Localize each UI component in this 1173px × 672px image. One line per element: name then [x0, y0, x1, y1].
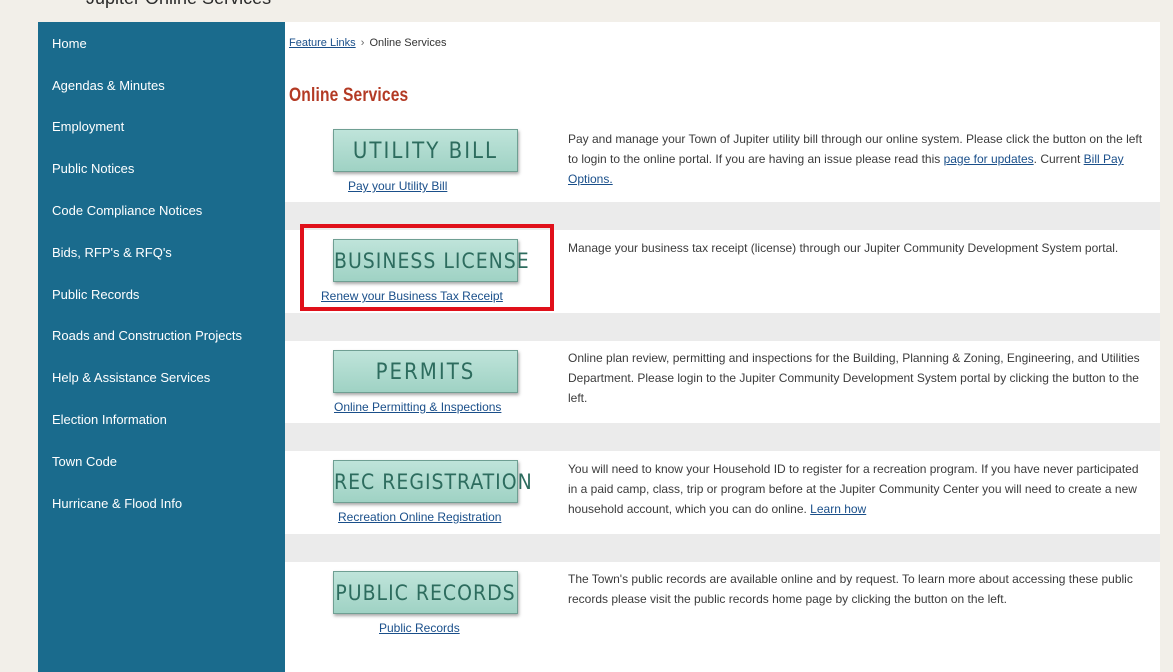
permits-description: Online plan review, permitting and inspe…: [568, 351, 1140, 405]
public-records-button[interactable]: PUBLIC RECORDS: [333, 571, 518, 614]
header-partial-text: Jupiter Online Services: [86, 0, 271, 9]
breadcrumb-current: Online Services: [369, 37, 447, 49]
sidebar-item-code-compliance[interactable]: Code Compliance Notices: [52, 203, 202, 218]
sidebar-item-public-records[interactable]: Public Records: [52, 287, 139, 302]
sidebar-nav: Home Agendas & Minutes Employment Public…: [38, 22, 285, 672]
rec-registration-description: You will need to know your Household ID …: [568, 459, 1144, 519]
row-divider: [285, 202, 1160, 230]
row-divider: [285, 313, 1160, 341]
rec-registration-button[interactable]: REC REGISTRATION: [333, 460, 532, 503]
page-title: Online Services: [289, 85, 409, 106]
utility-bill-button[interactable]: UTILITY BILL: [333, 129, 518, 172]
breadcrumb-link-feature-links[interactable]: Feature Links: [289, 37, 356, 49]
main-content: Feature Links › Online Services Online S…: [285, 22, 1160, 672]
utility-bill-desc-text-2: . Current: [1033, 152, 1084, 166]
business-license-button[interactable]: BUSINESS LICENSE: [333, 239, 529, 282]
sidebar-item-bids-rfps[interactable]: Bids, RFP's & RFQ's: [52, 245, 172, 260]
renew-business-tax-receipt-link[interactable]: Renew your Business Tax Receipt: [321, 289, 503, 303]
breadcrumb-separator: ›: [360, 37, 365, 49]
sidebar-item-public-notices[interactable]: Public Notices: [52, 161, 134, 176]
sidebar-item-home[interactable]: Home: [52, 36, 87, 51]
pay-utility-bill-link[interactable]: Pay your Utility Bill: [348, 179, 447, 193]
online-permitting-link[interactable]: Online Permitting & Inspections: [334, 400, 501, 414]
recreation-registration-link[interactable]: Recreation Online Registration: [338, 510, 501, 524]
learn-how-link[interactable]: Learn how: [810, 502, 866, 516]
breadcrumb: Feature Links › Online Services: [289, 37, 447, 49]
row-divider: [285, 534, 1160, 562]
page-for-updates-link[interactable]: page for updates: [944, 152, 1034, 166]
sidebar-item-hurricane-flood[interactable]: Hurricane & Flood Info: [52, 496, 182, 511]
public-records-description: The Town's public records are available …: [568, 572, 1133, 606]
sidebar-item-employment[interactable]: Employment: [52, 119, 124, 134]
utility-bill-description: Pay and manage your Town of Jupiter util…: [568, 129, 1144, 189]
sidebar-item-town-code[interactable]: Town Code: [52, 454, 117, 469]
sidebar-item-election-info[interactable]: Election Information: [52, 412, 167, 427]
sidebar-item-agendas-minutes[interactable]: Agendas & Minutes: [52, 78, 165, 93]
public-records-link[interactable]: Public Records: [379, 621, 460, 635]
top-header-strip: Jupiter Online Services: [0, 0, 1173, 9]
sidebar-item-roads-construction[interactable]: Roads and Construction Projects: [52, 328, 242, 343]
permits-button[interactable]: PERMITS: [333, 350, 518, 393]
business-license-description: Manage your business tax receipt (licens…: [568, 241, 1119, 255]
sidebar-item-help-assistance[interactable]: Help & Assistance Services: [52, 370, 210, 385]
row-divider: [285, 423, 1160, 451]
